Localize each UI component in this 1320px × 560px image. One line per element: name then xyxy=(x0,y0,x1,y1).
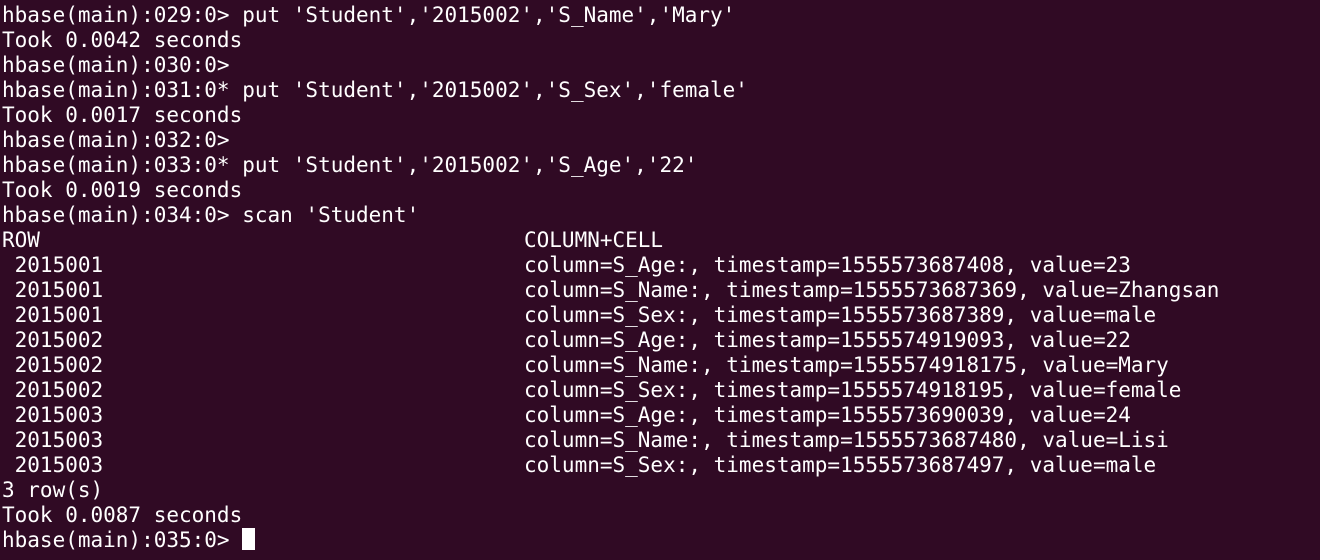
terminal-window[interactable]: hbase(main):029:0> put 'Student','201500… xyxy=(0,0,1320,560)
scan-result-row: 2015003 column=S_Sex:, timestamp=1555573… xyxy=(2,453,1320,478)
terminal-line: Took 0.0017 seconds xyxy=(2,103,243,127)
terminal-line: hbase(main):029:0> put 'Student','201500… xyxy=(2,3,736,27)
scan-row-cell: column=S_Age:, timestamp=1555573687408, … xyxy=(524,253,1131,277)
scan-row-cell: column=S_Name:, timestamp=1555574918175,… xyxy=(524,353,1169,377)
command-prompt-line[interactable]: hbase(main):035:0> xyxy=(2,528,1320,553)
terminal-line: hbase(main):031:0* put 'Student','201500… xyxy=(2,78,748,102)
scan-row-key: 2015002 xyxy=(2,353,104,377)
terminal-line: hbase(main):032:0> xyxy=(2,128,230,152)
terminal-line: hbase(main):033:0* put 'Student','201500… xyxy=(2,153,698,177)
scan-row-count: 3 row(s) xyxy=(2,478,104,502)
scan-result-row: 2015001 column=S_Name:, timestamp=155557… xyxy=(2,278,1320,303)
scan-header-cell: COLUMN+CELL xyxy=(524,228,664,252)
scan-row-key: 2015003 xyxy=(2,453,104,477)
scan-result-row: 2015001 column=S_Sex:, timestamp=1555573… xyxy=(2,303,1320,328)
scan-row-cell: column=S_Sex:, timestamp=1555573687497, … xyxy=(524,453,1157,477)
scan-elapsed-time: Took 0.0087 seconds xyxy=(2,503,243,527)
scan-row-key: 2015002 xyxy=(2,328,104,352)
scan-header: ROW COLUMN+CELL xyxy=(2,228,1320,253)
scan-row-key: 2015001 xyxy=(2,303,104,327)
scan-result-row: 2015003 column=S_Name:, timestamp=155557… xyxy=(2,428,1320,453)
scan-result-row: 2015003 column=S_Age:, timestamp=1555573… xyxy=(2,403,1320,428)
scan-row-cell: column=S_Age:, timestamp=1555574919093, … xyxy=(524,328,1131,352)
terminal-line: hbase(main):034:0> scan 'Student' xyxy=(2,203,420,227)
scan-result-row: 2015002 column=S_Name:, timestamp=155557… xyxy=(2,353,1320,378)
command-prompt: hbase(main):035:0> xyxy=(2,528,243,552)
terminal-line: hbase(main):030:0> xyxy=(2,53,230,77)
scan-result-row: 2015002 column=S_Age:, timestamp=1555574… xyxy=(2,328,1320,353)
scan-row-key: 2015002 xyxy=(2,378,104,402)
scan-header-row: ROW xyxy=(2,228,40,252)
scan-row-cell: column=S_Sex:, timestamp=1555574918195, … xyxy=(524,378,1182,402)
scan-row-key: 2015003 xyxy=(2,428,104,452)
scan-row-key: 2015003 xyxy=(2,403,104,427)
scan-row-key: 2015001 xyxy=(2,278,104,302)
scan-row-cell: column=S_Age:, timestamp=1555573690039, … xyxy=(524,403,1131,427)
scan-row-key: 2015001 xyxy=(2,253,104,277)
scan-row-cell: column=S_Name:, timestamp=1555573687369,… xyxy=(524,278,1220,302)
scan-row-cell: column=S_Name:, timestamp=1555573687480,… xyxy=(524,428,1169,452)
terminal-line: Took 0.0042 seconds xyxy=(2,28,243,52)
scan-result-row: 2015001 column=S_Age:, timestamp=1555573… xyxy=(2,253,1320,278)
text-cursor xyxy=(242,528,256,550)
terminal-line: Took 0.0019 seconds xyxy=(2,178,243,202)
scan-result-row: 2015002 column=S_Sex:, timestamp=1555574… xyxy=(2,378,1320,403)
scan-row-cell: column=S_Sex:, timestamp=1555573687389, … xyxy=(524,303,1157,327)
